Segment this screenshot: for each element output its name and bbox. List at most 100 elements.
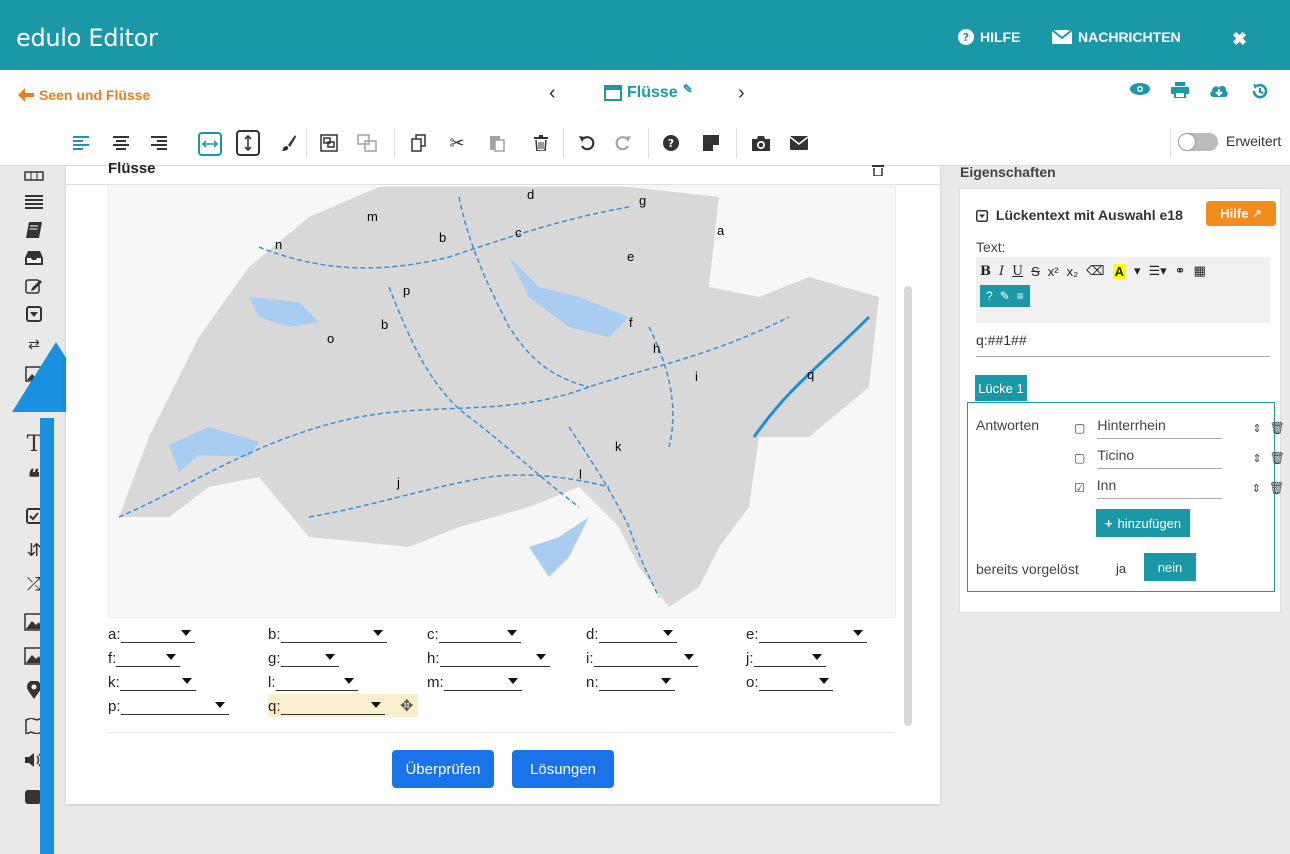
answer-dropdown-g[interactable] <box>280 651 339 667</box>
answer-text-field[interactable]: Ticino <box>1097 447 1223 469</box>
strikethrough-button[interactable]: S <box>1031 264 1040 279</box>
eraser-icon[interactable]: ⌫ <box>1086 263 1104 279</box>
sort-icon[interactable]: ⇕ <box>1252 482 1261 495</box>
trash-icon[interactable]: 🗑 <box>1270 421 1285 435</box>
external-link-icon: ↗ <box>1252 208 1262 220</box>
answer-dropdown-l[interactable] <box>275 675 358 691</box>
screenshot-button[interactable] <box>750 132 772 154</box>
answer-dropdown-k[interactable] <box>119 675 196 691</box>
edit-icon[interactable]: ✎ <box>1000 289 1010 303</box>
back-link[interactable]: Seen und Flüsse <box>18 87 150 103</box>
dropdown-tool[interactable] <box>24 304 44 324</box>
cut-button[interactable]: ✂ <box>446 132 468 154</box>
ungroup-button[interactable] <box>356 132 378 154</box>
next-page-button[interactable]: › <box>738 82 745 105</box>
style-button[interactable] <box>278 132 300 154</box>
answer-text-field[interactable]: Inn <box>1096 477 1222 499</box>
bold-button[interactable]: B <box>980 264 991 279</box>
answer-dropdown-i[interactable] <box>593 651 698 667</box>
answer-dropdown-b[interactable] <box>280 627 387 643</box>
answer-dropdown-f[interactable] <box>116 651 181 667</box>
prev-page-button[interactable]: ‹ <box>549 82 556 105</box>
answer-dropdown-a[interactable] <box>120 627 195 643</box>
svg-text:q: q <box>807 367 814 382</box>
delete-button[interactable] <box>530 132 552 154</box>
trash-icon[interactable] <box>872 164 884 176</box>
undo-button[interactable] <box>576 132 598 154</box>
preview-button[interactable] <box>1130 82 1150 96</box>
arrow-left-icon <box>18 88 34 102</box>
unchecked-square-icon[interactable]: ▢ <box>1074 451 1085 465</box>
send-button[interactable] <box>788 132 810 154</box>
caret-down-icon[interactable]: ▾ <box>1134 263 1141 279</box>
answer-dropdown-p[interactable] <box>120 699 229 715</box>
book-tool[interactable] <box>24 220 44 240</box>
table-tool[interactable] <box>24 166 44 186</box>
bars-icon[interactable]: ≡ <box>1017 289 1024 303</box>
print-button[interactable] <box>1171 82 1189 98</box>
list-icon[interactable]: ☰▾ <box>1148 263 1166 279</box>
svg-text:e: e <box>627 249 634 264</box>
full-width-button[interactable] <box>198 132 222 156</box>
answer-dropdown-o[interactable] <box>758 675 833 691</box>
list-tool[interactable] <box>24 192 44 212</box>
solutions-button[interactable]: Lösungen <box>512 750 614 788</box>
sort-icon[interactable]: ⇕ <box>1252 452 1261 465</box>
checked-square-icon[interactable]: ☑ <box>1074 481 1085 495</box>
extended-toggle[interactable] <box>1178 133 1218 151</box>
scrollbar[interactable] <box>904 286 912 726</box>
presolved-no[interactable]: nein <box>1144 553 1196 581</box>
check-button[interactable]: Überprüfen <box>392 750 494 788</box>
subscript-button[interactable]: x₂ <box>1067 264 1079 279</box>
question-circle-icon[interactable]: ? <box>986 289 993 303</box>
superscript-button[interactable]: x² <box>1048 264 1059 279</box>
presolved-yes[interactable]: ja <box>1116 561 1126 576</box>
properties-help-button[interactable]: Hilfe ↗ <box>1206 201 1276 226</box>
close-button[interactable]: ✖ <box>1232 29 1247 50</box>
tab-lucke-1[interactable]: Lücke 1 <box>975 375 1027 401</box>
paste-button[interactable] <box>486 132 508 154</box>
text-editor[interactable]: q:##1## <box>976 332 1270 357</box>
underline-button[interactable]: U <box>1012 264 1023 279</box>
help-button[interactable]: ? HILFE <box>958 29 1020 45</box>
history-button[interactable] <box>1251 82 1269 100</box>
history-icon <box>1251 82 1269 100</box>
answer-dropdown-d[interactable] <box>598 627 677 643</box>
trash-icon[interactable]: 🗑 <box>1270 451 1285 465</box>
highlight-icon[interactable]: A <box>1112 263 1126 279</box>
add-answer-button[interactable]: + hinzufügen <box>1096 509 1190 537</box>
edit-tool[interactable] <box>24 276 44 296</box>
inbox-tool[interactable] <box>24 248 44 268</box>
answer-dropdown-n[interactable] <box>598 675 675 691</box>
sort-icon[interactable]: ⇕ <box>1252 422 1261 435</box>
answer-dropdown-j[interactable] <box>753 651 826 667</box>
trash-icon <box>534 135 548 151</box>
align-left-button[interactable] <box>70 132 92 154</box>
italic-button[interactable]: I <box>999 264 1004 279</box>
answer-dropdown-h[interactable] <box>439 651 550 667</box>
rte-extra-buttons: ? ✎ ≡ <box>980 285 1030 307</box>
link-icon[interactable]: ⚭ <box>1175 263 1186 279</box>
messages-button[interactable]: NACHRICHTEN <box>1052 29 1181 45</box>
copy-button[interactable] <box>408 132 430 154</box>
redo-button[interactable] <box>612 132 634 154</box>
document-title[interactable]: Flüsse ✎ <box>604 82 693 102</box>
trash-icon[interactable]: 🗑 <box>1269 481 1284 495</box>
height-button[interactable] <box>236 130 260 156</box>
align-right-button[interactable] <box>148 132 170 154</box>
align-center-button[interactable] <box>110 132 132 154</box>
answer-text-field[interactable]: Hinterrhein <box>1097 417 1223 439</box>
calculator-icon[interactable]: ▦ <box>1194 263 1206 279</box>
answer-dropdown-c[interactable] <box>438 627 521 643</box>
answer-dropdown-e[interactable] <box>758 627 867 643</box>
download-button[interactable] <box>1209 82 1229 98</box>
question-c: c: <box>427 626 521 643</box>
group-button[interactable] <box>318 132 340 154</box>
camera-icon <box>752 135 770 151</box>
move-icon[interactable]: ✥ <box>400 696 413 716</box>
answer-dropdown-q[interactable] <box>280 699 385 715</box>
help-tool-button[interactable]: ? <box>660 132 682 154</box>
answer-dropdown-m[interactable] <box>443 675 522 691</box>
unchecked-square-icon[interactable]: ▢ <box>1074 421 1085 435</box>
note-button[interactable] <box>700 132 722 154</box>
